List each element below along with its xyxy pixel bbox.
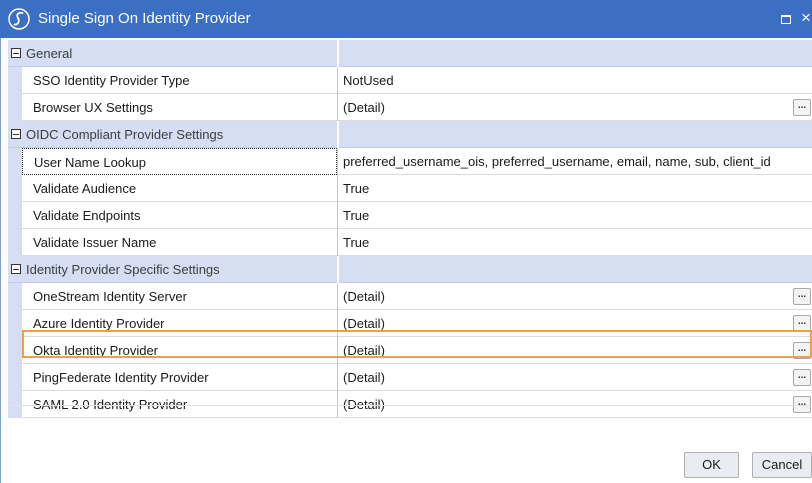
script-s-logo-icon: [8, 8, 30, 30]
collapse-icon[interactable]: [11, 129, 21, 139]
divider: [8, 405, 812, 406]
property-name: Azure Identity Provider: [33, 316, 165, 331]
category-oidc[interactable]: OIDC Compliant Provider Settings: [8, 121, 812, 148]
property-name: Validate Issuer Name: [33, 235, 157, 250]
property-name: Validate Audience: [33, 181, 137, 196]
property-name: Validate Endpoints: [33, 208, 141, 223]
ok-button[interactable]: OK: [684, 452, 739, 478]
maximize-icon[interactable]: [781, 15, 791, 24]
property-name: Browser UX Settings: [33, 100, 153, 115]
property-row-user-name-lookup[interactable]: User Name Lookup preferred_username_ois,…: [8, 148, 812, 175]
category-general[interactable]: General: [8, 40, 812, 67]
property-value[interactable]: (Detail): [343, 100, 385, 115]
ellipsis-button[interactable]: ...: [793, 288, 811, 305]
category-label: Identity Provider Specific Settings: [26, 262, 220, 277]
property-value[interactable]: True: [343, 208, 369, 223]
title-bar: Single Sign On Identity Provider ×: [0, 0, 812, 38]
property-value[interactable]: (Detail): [343, 370, 385, 385]
property-row-browser-ux[interactable]: Browser UX Settings (Detail) ...: [8, 94, 812, 121]
property-name: OneStream Identity Server: [33, 289, 187, 304]
ellipsis-button[interactable]: ...: [793, 99, 811, 116]
collapse-icon[interactable]: [11, 264, 21, 274]
ellipsis-button[interactable]: ...: [793, 342, 811, 359]
property-row-validate-audience[interactable]: Validate Audience True: [8, 175, 812, 202]
ellipsis-button[interactable]: ...: [793, 315, 811, 332]
property-value[interactable]: (Detail): [343, 343, 385, 358]
close-icon[interactable]: ×: [801, 8, 811, 28]
ellipsis-button[interactable]: ...: [793, 369, 811, 386]
property-value[interactable]: (Detail): [343, 289, 385, 304]
property-row-onestream[interactable]: OneStream Identity Server (Detail) ...: [8, 283, 812, 310]
property-value[interactable]: True: [343, 181, 369, 196]
category-label: OIDC Compliant Provider Settings: [26, 127, 224, 142]
property-row-pingfederate[interactable]: PingFederate Identity Provider (Detail) …: [8, 364, 812, 391]
property-row-validate-issuer[interactable]: Validate Issuer Name True: [8, 229, 812, 256]
collapse-icon[interactable]: [11, 48, 21, 58]
cancel-button[interactable]: Cancel: [752, 452, 812, 478]
property-name: PingFederate Identity Provider: [33, 370, 209, 385]
property-row-okta[interactable]: Okta Identity Provider (Detail) ...: [8, 337, 812, 364]
property-name: User Name Lookup: [34, 155, 146, 170]
property-row-sso-type[interactable]: SSO Identity Provider Type NotUsed: [8, 67, 812, 94]
property-value[interactable]: preferred_username_ois, preferred_userna…: [343, 154, 771, 169]
property-name: Okta Identity Provider: [33, 343, 158, 358]
category-idp-specific[interactable]: Identity Provider Specific Settings: [8, 256, 812, 283]
property-name: SSO Identity Provider Type: [33, 73, 190, 88]
property-value[interactable]: NotUsed: [343, 73, 394, 88]
property-value[interactable]: True: [343, 235, 369, 250]
category-label: General: [26, 46, 73, 61]
property-value[interactable]: (Detail): [343, 316, 385, 331]
window-title: Single Sign On Identity Provider: [38, 10, 251, 27]
property-row-validate-endpoints[interactable]: Validate Endpoints True: [8, 202, 812, 229]
property-row-azure[interactable]: Azure Identity Provider (Detail) ...: [8, 310, 812, 337]
